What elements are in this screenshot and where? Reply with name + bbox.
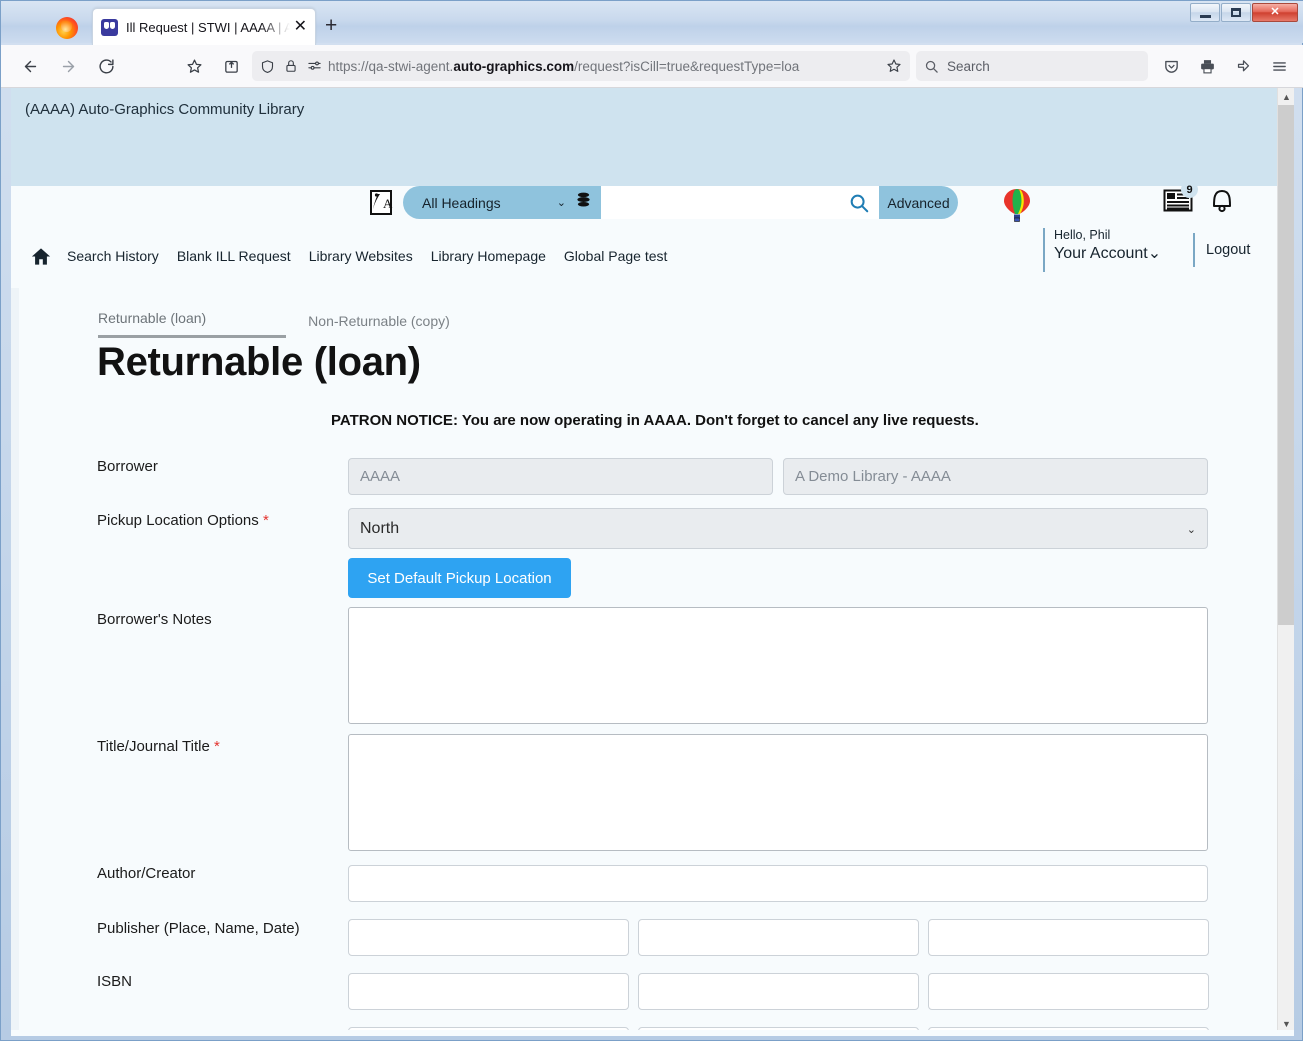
- required-asterisk: *: [262, 512, 269, 529]
- forward-icon[interactable]: [53, 51, 83, 81]
- pickup-location-select[interactable]: North: [348, 508, 1208, 549]
- print-icon[interactable]: [1192, 51, 1222, 81]
- scrollbar-thumb[interactable]: [1278, 105, 1294, 625]
- os-window: ✕ Ill Request | STWI | AAAA | Auto ✕ +: [0, 0, 1303, 1041]
- nav-link-global-page-test[interactable]: Global Page test: [564, 248, 668, 264]
- label-borrower: Borrower: [97, 458, 158, 475]
- nav-link-library-homepage[interactable]: Library Homepage: [431, 248, 546, 264]
- chevron-down-icon: ⌄: [556, 197, 566, 209]
- accessibility-translate-icon[interactable]: A: [369, 189, 393, 215]
- label-isbn: ISBN: [97, 973, 133, 990]
- page-scrollbar[interactable]: ▲ ▼: [1277, 88, 1294, 1032]
- url-text[interactable]: https://qa-stwi-agent.auto-graphics.com/…: [328, 59, 886, 74]
- new-tab-button[interactable]: +: [325, 15, 337, 36]
- page-left-gutter: [11, 288, 19, 1032]
- publisher-place-input[interactable]: [348, 919, 629, 956]
- reload-icon[interactable]: [91, 51, 121, 81]
- home-icon[interactable]: [31, 247, 51, 266]
- site-search-input[interactable]: [601, 186, 839, 219]
- nav-link-search-history[interactable]: Search History: [67, 248, 159, 264]
- isbn-input-1[interactable]: [348, 973, 629, 1010]
- pocket-icon[interactable]: [1156, 51, 1186, 81]
- hot-air-balloon-icon[interactable]: [1001, 187, 1033, 223]
- lock-icon[interactable]: [284, 59, 298, 73]
- label-pickup-location: Pickup Location Options *: [97, 512, 269, 529]
- search-scope-label: All Headings: [422, 194, 501, 211]
- account-menu[interactable]: Hello, Phil Your Account⌄: [1043, 228, 1161, 272]
- advanced-search-button[interactable]: Advanced: [879, 186, 958, 219]
- isbn-input-2[interactable]: [638, 973, 919, 1010]
- set-default-pickup-location-button[interactable]: Set Default Pickup Location: [348, 558, 571, 598]
- tab-title: Ill Request | STWI | AAAA | Auto: [126, 19, 290, 35]
- title-journal-textarea[interactable]: [348, 734, 1208, 851]
- save-to-pocket-icon[interactable]: [216, 51, 246, 81]
- publisher-date-input[interactable]: [928, 919, 1209, 956]
- search-submit-button[interactable]: [839, 186, 879, 219]
- window-statusbar: [11, 1030, 1294, 1036]
- browser-search-placeholder: Search: [947, 58, 990, 74]
- library-name: (AAAA) Auto-Graphics Community Library: [25, 101, 305, 118]
- notification-badge: 9: [1181, 181, 1198, 198]
- svg-text:A: A: [383, 196, 393, 211]
- borrower-code-input[interactable]: [348, 458, 773, 495]
- required-asterisk: *: [214, 738, 220, 755]
- chevron-down-icon: ⌄: [1147, 245, 1162, 262]
- permissions-icon[interactable]: [307, 59, 322, 74]
- label-title-journal: Title/Journal Title *: [97, 738, 220, 755]
- requests-list-icon[interactable]: 9: [1163, 181, 1198, 213]
- tab-close-icon[interactable]: ✕: [290, 19, 307, 35]
- logout-link[interactable]: Logout: [1206, 242, 1250, 258]
- nav-link-blank-ill-request[interactable]: Blank ILL Request: [177, 248, 291, 264]
- web-page: (AAAA) Auto-Graphics Community Library A…: [11, 88, 1277, 1032]
- bookmark-star-icon[interactable]: [179, 51, 209, 81]
- browser-search-box[interactable]: Search: [916, 51, 1148, 81]
- account-label: Your Account⌄: [1054, 245, 1162, 262]
- address-bar[interactable]: https://qa-stwi-agent.auto-graphics.com/…: [252, 51, 910, 81]
- browser-navbar: https://qa-stwi-agent.auto-graphics.com/…: [1, 45, 1303, 88]
- account-greeting: Hello, Phil: [1054, 228, 1111, 242]
- label-publisher: Publisher (Place, Name, Date): [97, 920, 300, 937]
- search-icon: [924, 59, 939, 74]
- isbn-input-3[interactable]: [928, 973, 1209, 1010]
- tab-favicon-icon: [101, 18, 118, 36]
- share-icon[interactable]: [1228, 51, 1258, 81]
- shield-icon[interactable]: [260, 59, 275, 74]
- patron-notice: PATRON NOTICE: You are now operating in …: [331, 412, 979, 429]
- header-right-icons: 9: [1163, 181, 1235, 214]
- label-author-creator: Author/Creator: [97, 865, 196, 882]
- address-bar-star-icon[interactable]: [886, 58, 902, 74]
- back-icon[interactable]: [15, 51, 45, 81]
- borrower-name-input[interactable]: [783, 458, 1208, 495]
- page-title: Returnable (loan): [97, 340, 421, 384]
- bell-icon[interactable]: [1209, 186, 1235, 214]
- scroll-up-icon[interactable]: ▲: [1278, 88, 1294, 105]
- firefox-logo-icon: [56, 17, 78, 39]
- publisher-name-input[interactable]: [638, 919, 919, 956]
- browser-tab[interactable]: Ill Request | STWI | AAAA | Auto ✕: [92, 8, 316, 45]
- search-scope-dropdown[interactable]: All Headings ⌄: [403, 186, 601, 219]
- author-creator-input[interactable]: [348, 865, 1208, 902]
- label-borrowers-notes: Borrower's Notes: [97, 611, 212, 628]
- tab-returnable-loan[interactable]: Returnable (loan): [98, 304, 287, 338]
- database-icon[interactable]: [576, 192, 591, 214]
- borrowers-notes-textarea[interactable]: [348, 607, 1208, 724]
- browser-tabstrip: Ill Request | STWI | AAAA | Auto ✕ +: [1, 1, 1303, 45]
- tab-non-returnable-copy[interactable]: Non-Returnable (copy): [308, 307, 450, 338]
- menu-icon[interactable]: [1264, 51, 1294, 81]
- nav-link-library-websites[interactable]: Library Websites: [309, 248, 413, 264]
- request-type-tabs: Returnable (loan) Non-Returnable (copy): [98, 304, 450, 338]
- logout-container: Logout: [1193, 233, 1250, 267]
- site-header: (AAAA) Auto-Graphics Community Library A…: [11, 88, 1277, 222]
- page-viewport: (AAAA) Auto-Graphics Community Library A…: [11, 88, 1294, 1032]
